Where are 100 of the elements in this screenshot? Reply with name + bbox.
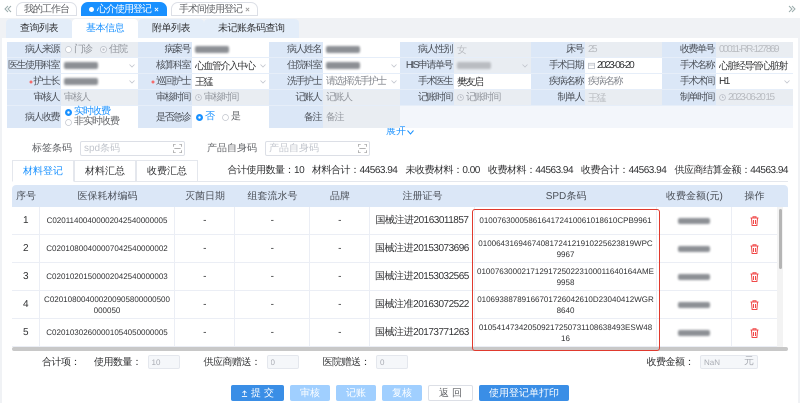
action-button[interactable]: 使用登记单打印 [478, 385, 569, 401]
field-label: 审核人 [7, 90, 61, 105]
field-label: 手术日期 [531, 58, 585, 73]
sub-tab[interactable]: 材料汇总 [74, 160, 136, 182]
table-cell: - [310, 319, 370, 346]
field-label: 疾病名称 [531, 74, 585, 89]
caret-icon [129, 80, 135, 84]
field-label: 住院科室 [269, 58, 323, 73]
scan-icon [173, 144, 182, 152]
field-label: 护士长 [7, 74, 61, 89]
field-label: 制单人 [531, 90, 585, 105]
field-label: 备注 [269, 106, 323, 128]
input-field[interactable]: 疾病名称 [585, 74, 662, 89]
table-cell: - [175, 263, 235, 290]
caret-icon [260, 64, 266, 68]
trash-icon [750, 328, 759, 338]
column-header: 组套流水号 [246, 190, 298, 204]
section-tab[interactable]: 查询列表 [6, 19, 72, 38]
summary-text: 合计使用数量：10 [228, 164, 304, 178]
field-label: 收费金额： [646, 356, 694, 370]
unit-label: 元 [744, 356, 754, 368]
field-label: 审核时间 [138, 90, 192, 105]
radio-option[interactable]: 非实时收费 [65, 117, 134, 127]
section-tab[interactable]: 附单列表 [138, 19, 204, 38]
delete-button[interactable] [750, 272, 759, 282]
section-tab[interactable]: 未记账条码查询 [204, 19, 298, 38]
delete-button[interactable] [750, 328, 759, 338]
table-cell: C02010800400007042540000002 [40, 235, 175, 262]
expand-right-icon [788, 5, 796, 13]
table-cell: 1 [12, 207, 40, 234]
column-header: 操作 [744, 190, 766, 204]
field-label: 病人姓名 [269, 42, 323, 57]
radio-option[interactable]: 是 [222, 112, 240, 122]
caret-icon [784, 80, 790, 84]
summary-text: 供应商结算金额：44563.94 [674, 164, 788, 178]
table-cell: 4 [12, 291, 40, 318]
close-icon [154, 6, 159, 12]
field-label: 产品自身码 [206, 142, 257, 156]
input-field[interactable]: spd条码 [80, 140, 185, 156]
page-tab[interactable]: 心介使用登记 [81, 2, 167, 16]
input-field[interactable]: 0 [266, 355, 298, 369]
table-cell: - [235, 263, 310, 290]
radio-option[interactable]: 否 [196, 112, 214, 122]
table-cell: - [310, 235, 370, 262]
caret-icon [522, 64, 528, 68]
select-field[interactable]: 心血管介入中心 [192, 58, 269, 73]
select-field[interactable]: H1 [716, 74, 793, 89]
input-field[interactable]: 产品自身码 [265, 140, 370, 156]
table-cell: 01006431694674081724121910225623819WPC9967 [475, 235, 657, 262]
select-field[interactable]: 王猛 [192, 74, 269, 89]
summary-text: 收费合计：44563.94 [581, 164, 666, 178]
input-field[interactable]: 樊友启 [454, 74, 531, 89]
table-cell: 国械注进20153073696 [370, 235, 475, 262]
page-tab[interactable]: 手术间使用登记 [171, 2, 258, 16]
delete-button[interactable] [750, 244, 759, 254]
field-label: 病案号 [138, 42, 192, 57]
table-cell: - [175, 319, 235, 346]
table-cell: - [175, 291, 235, 318]
input-field[interactable]: 10 [148, 355, 180, 369]
table-cell: - [235, 235, 310, 262]
date-field[interactable]: 2023-06-20 [585, 58, 662, 73]
scrollbar[interactable] [12, 347, 788, 351]
trash-icon [750, 216, 759, 226]
delete-button[interactable] [750, 300, 759, 310]
action-button[interactable]: 返 回 [428, 385, 473, 401]
input-field[interactable] [323, 42, 400, 57]
input-field[interactable]: 心脏经导管心脏射 [716, 58, 793, 73]
table-cell: - [310, 263, 370, 290]
select-field[interactable] [323, 58, 400, 73]
trash-icon [750, 300, 759, 310]
field-label: 病人性别 [400, 42, 454, 57]
scrollbar[interactable] [777, 207, 783, 347]
radio-option[interactable]: 实时收费 [65, 107, 134, 117]
table-cell: C020108004000200905800000500000050 [40, 291, 175, 318]
field-label: 记账时间 [400, 90, 454, 105]
summary-text: 材料合计：44563.94 [312, 164, 398, 178]
delete-button[interactable] [750, 216, 759, 226]
trash-icon [750, 272, 759, 282]
table-cell: 国械注进20173771263 [370, 319, 475, 346]
field-label: 病人来源 [7, 42, 61, 57]
caret-icon [129, 64, 135, 68]
input-field[interactable]: 0 [376, 355, 408, 369]
action-button[interactable]: 提 交 [231, 385, 284, 401]
field-label: 医生使用科室 [7, 58, 61, 73]
sub-tab[interactable]: 材料登记 [12, 160, 74, 182]
input-field[interactable] [192, 42, 269, 57]
select-field[interactable]: 请选择洗手护士 [323, 74, 400, 89]
trash-icon [750, 244, 759, 254]
column-header: 品牌 [329, 190, 351, 204]
select-field[interactable] [61, 74, 138, 89]
dot-icon [89, 6, 94, 12]
field-label: 是否急诊 [138, 106, 192, 128]
page-tab[interactable]: 我的工作台 [16, 2, 77, 16]
table-cell: 0100763000586164172410061018610CPB9961 [475, 207, 657, 234]
field-label: 供应商赠送： [204, 356, 260, 370]
select-field[interactable] [61, 58, 138, 73]
column-header: 序号 [15, 190, 37, 204]
sub-tab[interactable]: 收费汇总 [136, 160, 198, 182]
section-tab[interactable]: 基本信息 [72, 19, 138, 38]
summary-text: 未收费材料：0.00 [405, 164, 480, 178]
